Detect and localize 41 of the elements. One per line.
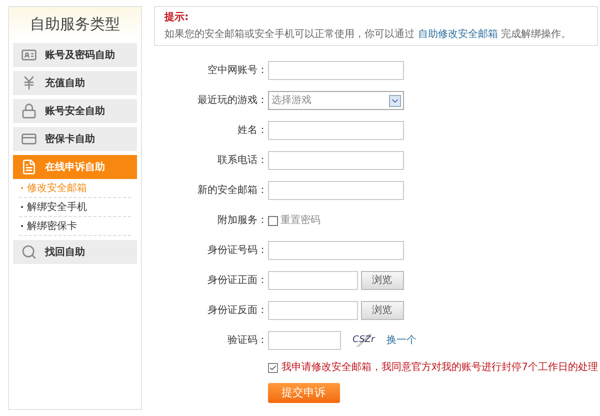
sidebar-subitem[interactable]: 解绑安全手机: [19, 198, 131, 217]
field-label: 验证码：: [226, 334, 268, 348]
field-label: 附加服务：: [216, 214, 268, 228]
notice-text: 如果您的安全邮箱或安全手机可以正常使用，你可以通过 自助修改安全邮箱 完成解绑操作。: [164, 28, 572, 42]
notice-title: 提示:: [164, 10, 190, 25]
input-field[interactable]: [268, 121, 404, 140]
sidebar-item[interactable]: 密保卡自助: [13, 127, 137, 151]
sidebar-item[interactable]: 充值自助: [13, 71, 137, 95]
sidebar-subitem[interactable]: 解绑密保卡: [19, 217, 131, 236]
notice-link[interactable]: 自助修改安全邮箱: [418, 29, 498, 40]
lock-icon: [21, 103, 37, 119]
input-field[interactable]: [268, 151, 404, 170]
card-icon: [21, 131, 37, 147]
browse-button[interactable]: 浏览: [360, 301, 404, 320]
sidebar-item[interactable]: 账号安全自助: [13, 99, 137, 123]
document-icon: [21, 159, 37, 175]
input-field[interactable]: [268, 61, 404, 80]
sidebar-item[interactable]: 账号及密码自助: [13, 43, 137, 67]
input-field[interactable]: [268, 331, 341, 350]
field-label: 空中网账号：: [206, 64, 268, 78]
refresh-captcha-link[interactable]: 换一个: [386, 333, 417, 348]
field-label: 最近玩的游戏：: [196, 94, 268, 108]
input-field[interactable]: [268, 241, 404, 260]
field-label: 身份证正面：: [206, 274, 268, 288]
checkmark-icon: [268, 364, 277, 372]
search-icon: [21, 244, 37, 260]
id-card-icon: [21, 47, 37, 63]
field-label: 新的安全邮箱：: [196, 184, 268, 198]
input-field[interactable]: [268, 271, 358, 290]
dropdown-icon: [388, 94, 401, 106]
input-field[interactable]: [268, 181, 404, 200]
field-label: 身份证号码：: [206, 244, 268, 258]
reset-password-checkbox[interactable]: 重置密码: [268, 213, 321, 228]
browse-button[interactable]: 浏览: [360, 271, 404, 290]
agreement-checkbox[interactable]: 我申请修改安全邮箱，我同意官方对我的账号进行封停7个工作日的处理: [268, 360, 598, 375]
field-label: 身份证反面：: [206, 304, 268, 318]
field-label: 姓名：: [236, 124, 268, 138]
game-select[interactable]: 选择游戏: [268, 91, 404, 110]
input-field[interactable]: [268, 301, 358, 320]
sidebar-item[interactable]: 找回自助: [13, 240, 137, 264]
field-label: 联系电话：: [216, 154, 268, 168]
